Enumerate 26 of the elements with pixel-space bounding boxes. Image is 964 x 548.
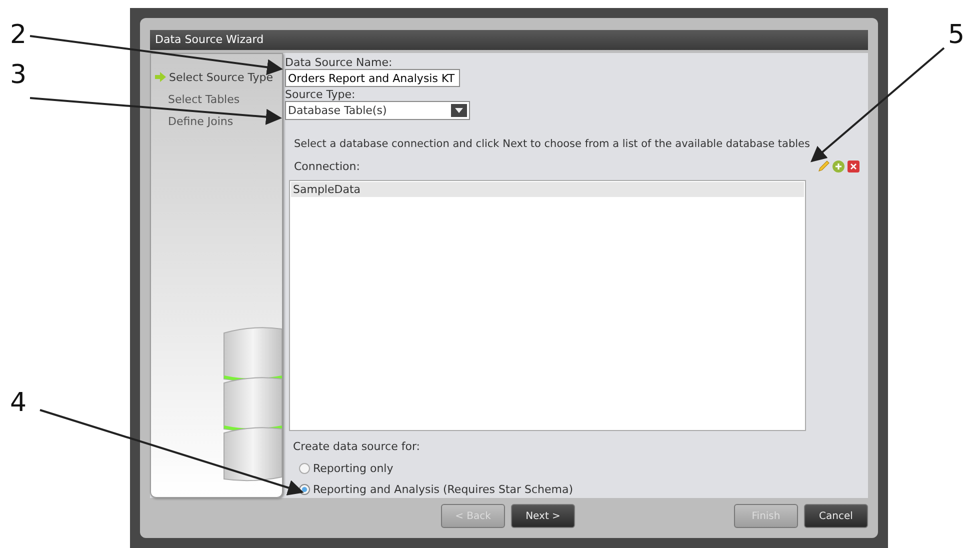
- callout-number: 3: [10, 62, 27, 88]
- wizard-step[interactable]: Define Joins: [168, 114, 234, 128]
- list-item[interactable]: SampleData: [291, 182, 804, 197]
- field-label: Source Type:: [285, 88, 356, 101]
- section-label: Create data source for:: [293, 440, 421, 453]
- radio-button[interactable]: [299, 463, 310, 474]
- connection-label: Connection:: [294, 160, 360, 172]
- delete-icon[interactable]: [847, 160, 860, 172]
- source-type-dropdown[interactable]: Database Table(s): [285, 101, 470, 120]
- add-icon[interactable]: [832, 160, 845, 172]
- pencil-icon[interactable]: [818, 160, 830, 172]
- name-field[interactable]: Orders Report and Analysis KT: [285, 69, 460, 87]
- nav-button[interactable]: Next >: [511, 504, 575, 528]
- instruction-text: Select a database connection and click Next to choose from a list of the available database tables: [294, 138, 811, 150]
- wizard-button[interactable]: Cancel: [804, 504, 868, 528]
- callout-number: 4: [10, 390, 27, 416]
- arrow-icon: [155, 72, 166, 82]
- callout-number: 5: [948, 22, 964, 48]
- radio-label: Reporting and Analysis (Requires Star Schema): [313, 483, 574, 496]
- window-title: Data Source Wizard: [150, 30, 868, 50]
- field-label: Data Source Name:: [285, 56, 394, 69]
- caret-icon: [451, 104, 467, 117]
- wizard-step[interactable]: Select Tables: [168, 92, 240, 106]
- callout-number: 2: [10, 22, 27, 48]
- wizard-step[interactable]: Select Source Type: [169, 70, 273, 84]
- radio-label: Reporting only: [313, 462, 394, 475]
